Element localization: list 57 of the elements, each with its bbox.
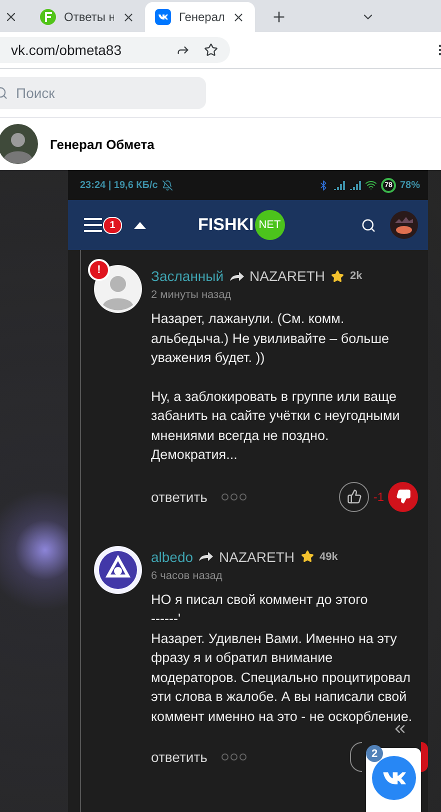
star-icon[interactable]	[204, 43, 218, 57]
more-icon[interactable]	[221, 492, 248, 500]
user-rating: 49k	[320, 550, 338, 562]
comment-text: НО я писал свой коммент до этого	[151, 590, 369, 609]
address-bar[interactable]: vk.com/obmeta83	[0, 37, 230, 63]
comment-text: Назарет. Удивлен Вами. Именно на эту фразу я и обратил внимание модераторов. Специально процитировал эти слова в жалобе. А вы написали свой коммент именно на это - не оскорбление.	[151, 630, 414, 726]
comment-author[interactable]: Засланный	[151, 268, 224, 284]
avatar-icon	[94, 265, 142, 313]
bell-off-icon	[162, 180, 173, 190]
search-field[interactable]: Поиск	[0, 77, 206, 109]
signal-icon	[332, 180, 345, 190]
menu-icon[interactable]	[84, 218, 102, 232]
reply-link[interactable]: ответить	[151, 749, 208, 765]
site-logo[interactable]: FISHKI NET	[198, 210, 285, 240]
close-icon[interactable]	[122, 10, 135, 24]
count-badge: 2	[366, 745, 383, 762]
star-icon	[300, 550, 314, 563]
comment-time: 2 минуты назад	[151, 289, 232, 301]
thumbs-down-icon	[396, 489, 410, 504]
comment-text: Назарет, лажанули. (См. комм. альбедыча.) Не увиливайте – больше уважения будет. ))	[151, 310, 390, 367]
comment-text: Ну, а заблокировать в группе или ваще забанить на сайте учётки с неугодными мнениями всегда не поздно. Демократия...	[151, 388, 401, 464]
dislike-button[interactable]	[388, 482, 418, 512]
user-rating: 2k	[350, 270, 362, 282]
like-button[interactable]	[350, 742, 362, 772]
emblem-icon	[94, 546, 142, 594]
bluetooth-icon	[318, 180, 329, 190]
user-avatar-icon[interactable]	[390, 211, 418, 239]
alert-badge: !	[88, 259, 110, 281]
close-icon[interactable]	[232, 10, 245, 24]
new-tab-icon[interactable]	[271, 9, 287, 25]
comment-score: -1	[373, 490, 384, 504]
vk-logo-icon	[155, 9, 171, 25]
comment-author[interactable]: albedo	[151, 548, 194, 564]
status-text: 78%	[400, 180, 420, 190]
thumbs-up-icon	[346, 489, 362, 504]
reply-to-name[interactable]: NAZARETH	[219, 548, 294, 564]
reply-arrow-icon	[199, 552, 214, 561]
vk-logo-icon	[372, 756, 416, 800]
reply-link[interactable]: ответить	[151, 488, 208, 504]
fishki-logo-icon	[40, 9, 56, 25]
signal-icon	[348, 180, 361, 190]
notification-badge: 1	[103, 216, 122, 234]
more-icon[interactable]	[221, 753, 248, 761]
reply-to-name[interactable]: NAZARETH	[250, 268, 325, 284]
reply-arrow-icon	[230, 272, 244, 280]
like-button[interactable]	[339, 482, 370, 512]
caret-up-icon[interactable]	[134, 222, 146, 228]
comment-time: 6 часов назад	[151, 570, 224, 582]
close-icon[interactable]	[4, 10, 18, 24]
browser-tab[interactable]: Генерал	[145, 2, 255, 32]
star-icon	[331, 270, 344, 282]
comment-text: ------'	[151, 610, 182, 628]
profile-name[interactable]: Генерал Обмета	[50, 136, 154, 152]
avatar-icon	[0, 124, 38, 164]
chat-widget[interactable]: 2	[366, 748, 421, 812]
search-icon[interactable]	[361, 218, 376, 232]
status-text: 23:24 | 19,6 КБ/с	[80, 180, 158, 190]
